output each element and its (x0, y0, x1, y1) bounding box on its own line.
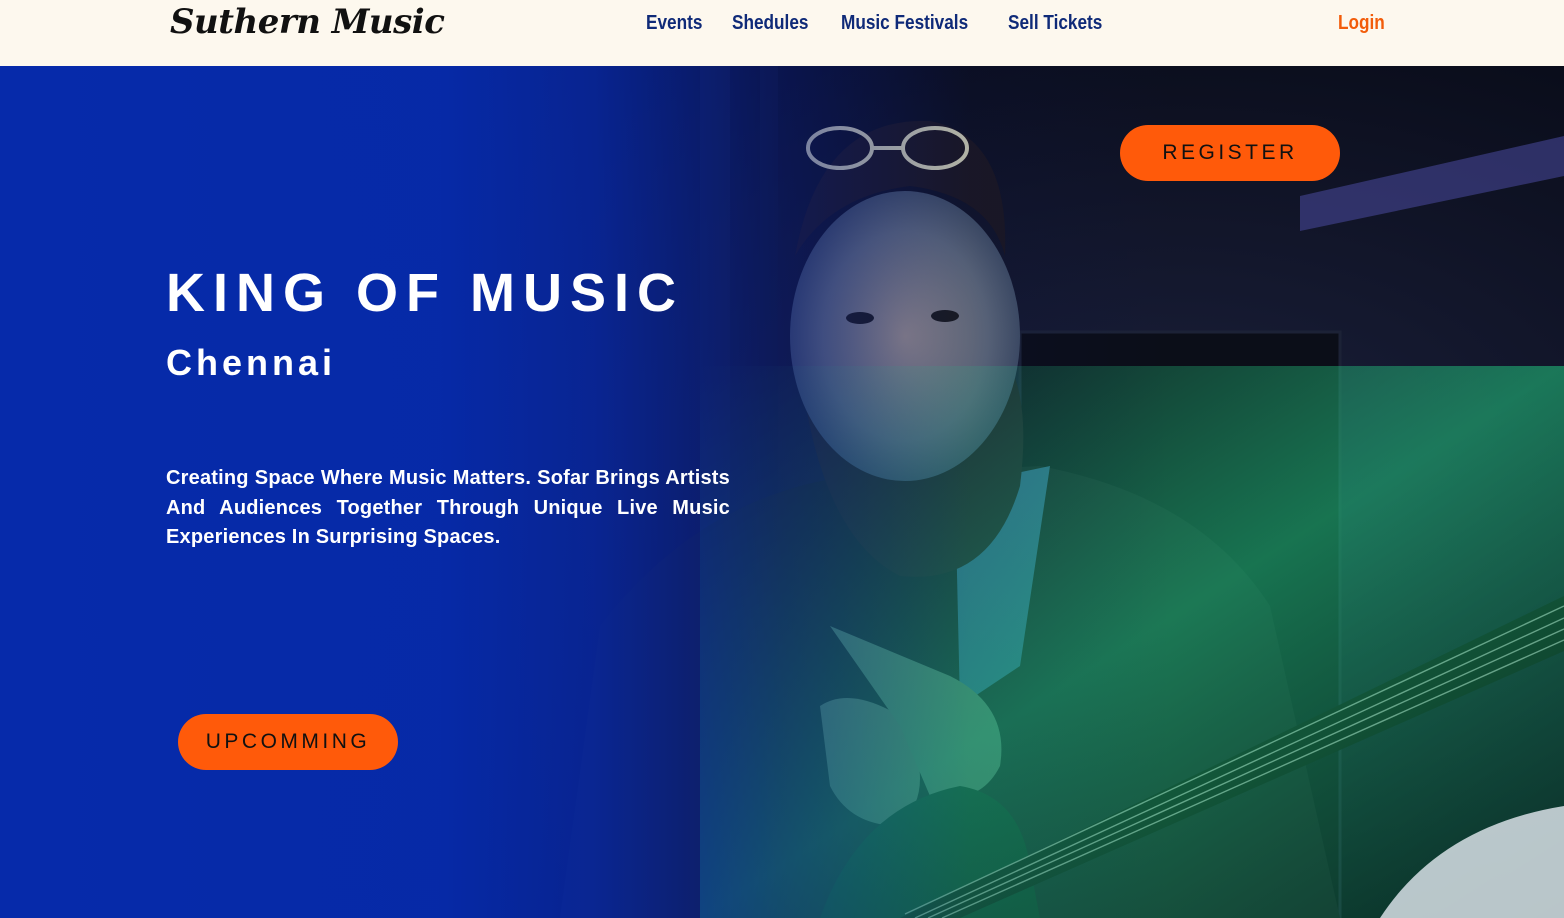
hero-location: Chennai (166, 342, 337, 383)
register-button[interactable]: REGISTER (1120, 125, 1340, 181)
main-nav: Events Shedules Music Festivals Sell Tic… (646, 12, 1110, 35)
login-link[interactable]: Login (1338, 12, 1385, 35)
top-navbar: Suthern Music Events Shedules Music Fest… (0, 0, 1564, 66)
hero-section: KING OF MUSIC Chennai Creating Space Whe… (0, 66, 1564, 918)
hero-title: KING OF MUSIC (166, 263, 684, 323)
upcoming-button[interactable]: UPCOMMING (178, 714, 398, 770)
hero-description: Creating Space Where Music Matters. Sofa… (166, 467, 730, 548)
site-logo[interactable]: Suthern Music (170, 2, 445, 42)
nav-sell-tickets-link[interactable]: Sell Tickets (1008, 12, 1102, 35)
nav-schedules-link[interactable]: Shedules (732, 12, 808, 35)
nav-events-link[interactable]: Events (646, 12, 702, 35)
nav-music-festivals-link[interactable]: Music Festivals (841, 12, 968, 35)
